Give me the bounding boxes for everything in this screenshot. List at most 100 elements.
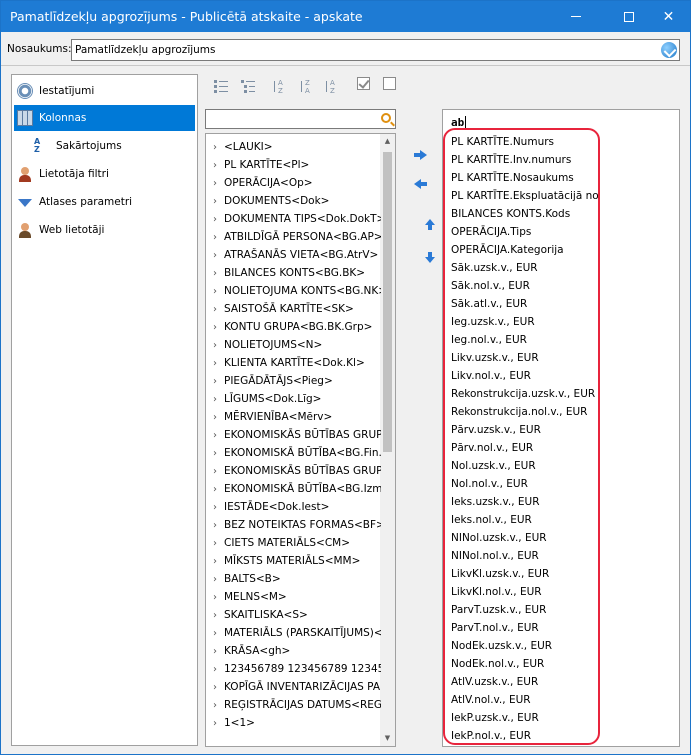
scroll-thumb[interactable]: [383, 152, 392, 452]
column-item[interactable]: PL KARTĪTE.Nosaukums: [451, 169, 574, 187]
expand-all-button[interactable]: [211, 77, 231, 95]
chevron-right-icon[interactable]: ›: [206, 520, 224, 531]
tree-item[interactable]: › NOLIETOJUMS<N>: [206, 336, 381, 354]
tree-item[interactable]: › ATBILDĪGĀ PERSONA<BG.AP>: [206, 228, 381, 246]
name-input[interactable]: Pamatlīdzekļu apgrozījums: [71, 39, 680, 61]
tree-item[interactable]: › DOKUMENTA TIPS<Dok.DokT>: [206, 210, 381, 228]
tree-item[interactable]: › LĪGUMS<Dok.Līg>: [206, 390, 381, 408]
column-item[interactable]: NINol.nol.v., EUR: [451, 547, 539, 565]
column-item[interactable]: Pārv.nol.v., EUR: [451, 439, 533, 457]
chevron-right-icon[interactable]: ›: [206, 394, 224, 405]
sort-za-button[interactable]: ZA: [297, 77, 317, 95]
column-item[interactable]: Ieks.uzsk.v., EUR: [451, 493, 540, 511]
chevron-right-icon[interactable]: ›: [206, 538, 224, 549]
title-bar[interactable]: Pamatlīdzekļu apgrozījums - Publicētā at…: [1, 1, 690, 32]
column-item[interactable]: Rekonstrukcija.nol.v., EUR: [451, 403, 587, 421]
column-item[interactable]: Rekonstrukcija.uzsk.v., EUR: [451, 385, 595, 403]
selected-columns-list[interactable]: ab PL KARTĪTE.Numurs PL KARTĪTE.Inv.numur…: [442, 109, 680, 747]
chevron-right-icon[interactable]: ›: [206, 502, 224, 513]
column-item[interactable]: Nol.nol.v., EUR: [451, 475, 528, 493]
column-item[interactable]: AtlV.uzsk.v., EUR: [451, 673, 538, 691]
chevron-right-icon[interactable]: ›: [206, 214, 224, 225]
columns-header[interactable]: ab: [451, 116, 467, 129]
column-item[interactable]: Sāk.uzsk.v., EUR: [451, 259, 538, 277]
tree-item[interactable]: › ATRAŠANĀS VIETA<BG.AtrV>: [206, 246, 381, 264]
tree-item[interactable]: › KRĀSA<gh>: [206, 642, 381, 660]
tree-item[interactable]: › MELNS<M>: [206, 588, 381, 606]
move-down-button[interactable]: [418, 247, 442, 269]
column-item[interactable]: NINol.uzsk.v., EUR: [451, 529, 547, 547]
column-item[interactable]: Likv.uzsk.v., EUR: [451, 349, 539, 367]
column-item[interactable]: Ieks.nol.v., EUR: [451, 511, 532, 529]
check-all-checkbox[interactable]: [357, 77, 370, 90]
sort-default-button[interactable]: AZ: [322, 77, 342, 95]
sort-az-button[interactable]: AZ: [270, 77, 290, 95]
nav-item-columns[interactable]: Kolonnas: [14, 105, 195, 131]
chevron-right-icon[interactable]: ›: [206, 682, 224, 693]
chevron-right-icon[interactable]: ›: [206, 718, 224, 729]
chevron-right-icon[interactable]: ›: [206, 358, 224, 369]
nav-item-sorting[interactable]: AZ Sakārtojums: [14, 133, 195, 159]
column-item[interactable]: NodEk.uzsk.v., EUR: [451, 637, 552, 655]
chevron-right-icon[interactable]: ›: [206, 322, 224, 333]
column-item[interactable]: AtlV.nol.v., EUR: [451, 691, 531, 709]
tree-item[interactable]: › BILANCES KONTS<BG.BK>: [206, 264, 381, 282]
chevron-right-icon[interactable]: ›: [206, 430, 224, 441]
column-item[interactable]: OPERĀCIJA.Kategorija: [451, 241, 564, 259]
chevron-right-icon[interactable]: ›: [206, 646, 224, 657]
column-item[interactable]: Sāk.nol.v., EUR: [451, 277, 530, 295]
tree-item[interactable]: › 1<1>: [206, 714, 381, 732]
remove-column-button[interactable]: [408, 173, 432, 195]
minimize-button[interactable]: [553, 1, 598, 32]
nav-item-settings[interactable]: Iestatījumi: [14, 78, 195, 104]
chevron-right-icon[interactable]: ›: [206, 304, 224, 315]
chevron-right-icon[interactable]: ›: [206, 376, 224, 387]
tree-item[interactable]: › EKONOMISKĀ BŪTĪBA<BG.Fin.E: [206, 444, 381, 462]
column-item[interactable]: LikvKl.nol.v., EUR: [451, 583, 542, 601]
tree-item[interactable]: › SAISTOŠĀ KARTĪTE<SK>: [206, 300, 381, 318]
nav-item-web-users[interactable]: Web lietotāji: [14, 217, 195, 243]
chevron-right-icon[interactable]: ›: [206, 268, 224, 279]
chevron-right-icon[interactable]: ›: [206, 286, 224, 297]
column-item[interactable]: NodEk.nol.v., EUR: [451, 655, 544, 673]
vertical-scrollbar[interactable]: ▲ ▼: [380, 134, 395, 746]
tree-item[interactable]: › NOLIETOJUMA KONTS<BG.NK>: [206, 282, 381, 300]
tree-item[interactable]: › 123456789 123456789 123456: [206, 660, 381, 678]
tree-item[interactable]: › SKAITLISKA<S>: [206, 606, 381, 624]
chevron-right-icon[interactable]: ›: [206, 340, 224, 351]
chevron-right-icon[interactable]: ›: [206, 196, 224, 207]
collapse-all-button[interactable]: [238, 77, 258, 95]
chevron-right-icon[interactable]: ›: [206, 142, 224, 153]
chevron-right-icon[interactable]: ›: [206, 466, 224, 477]
chevron-right-icon[interactable]: ›: [206, 664, 224, 675]
column-item[interactable]: PL KARTĪTE.Ekspluatācijā no: [451, 187, 599, 205]
move-up-button[interactable]: [418, 213, 442, 235]
chevron-right-icon[interactable]: ›: [206, 178, 224, 189]
globe-icon[interactable]: [661, 42, 677, 58]
chevron-right-icon[interactable]: ›: [206, 250, 224, 261]
column-item[interactable]: IekP.uzsk.v., EUR: [451, 709, 539, 727]
scroll-up-icon[interactable]: ▲: [382, 137, 393, 145]
chevron-right-icon[interactable]: ›: [206, 232, 224, 243]
tree-item[interactable]: › CIETS MATERIĀLS<CM>: [206, 534, 381, 552]
field-search-input[interactable]: [205, 109, 396, 129]
tree-item[interactable]: › OPERĀCIJA<Op>: [206, 174, 381, 192]
nav-item-user-filters[interactable]: Lietotāja filtri: [14, 161, 195, 187]
tree-item[interactable]: › EKONOMISKĀ BŪTĪBA<BG.Izmp: [206, 480, 381, 498]
chevron-right-icon[interactable]: ›: [206, 160, 224, 171]
chevron-right-icon[interactable]: ›: [206, 448, 224, 459]
column-item[interactable]: Ieg.nol.v., EUR: [451, 331, 527, 349]
column-item[interactable]: ParvT.uzsk.v., EUR: [451, 601, 546, 619]
column-item[interactable]: ParvT.nol.v., EUR: [451, 619, 539, 637]
column-item[interactable]: BILANCES KONTS.Kods: [451, 205, 570, 223]
chevron-right-icon[interactable]: ›: [206, 592, 224, 603]
chevron-right-icon[interactable]: ›: [206, 556, 224, 567]
field-tree[interactable]: ▲ ▼ › <LAUKI> › PL KARTĪTE<Pl> › OPERĀCIJA<Op…: [205, 133, 396, 747]
tree-item[interactable]: › EKONOMISKĀS BŪTĪBAS GRUPA: [206, 462, 381, 480]
add-column-button[interactable]: [408, 144, 432, 166]
column-item[interactable]: LikvKl.uzsk.v., EUR: [451, 565, 549, 583]
chevron-right-icon[interactable]: ›: [206, 610, 224, 621]
uncheck-all-checkbox[interactable]: [383, 77, 396, 90]
search-icon[interactable]: [381, 113, 391, 123]
chevron-right-icon[interactable]: ›: [206, 574, 224, 585]
